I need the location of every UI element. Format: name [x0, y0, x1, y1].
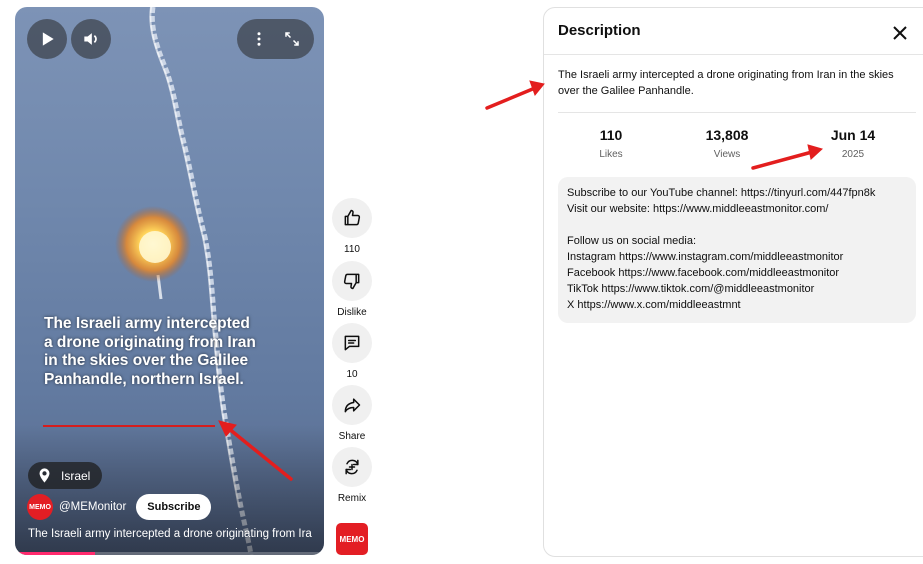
date-value: Jun 14 — [830, 127, 876, 143]
like-action: 110 — [332, 198, 372, 255]
remix-action: Remix — [332, 447, 372, 504]
channel-row: MEMO @MEMonitor Subscribe — [27, 494, 212, 520]
likes-value: 110 — [599, 127, 623, 143]
video-caption[interactable]: The Israeli army intercepted a drone ori… — [28, 528, 312, 540]
like-count: 110 — [344, 244, 360, 255]
follow-heading: Follow us on social media: — [567, 235, 697, 247]
location-pin-icon — [39, 468, 50, 483]
youtube-link-line[interactable]: Subscribe to our YouTube channel: https:… — [567, 185, 907, 201]
location-chip[interactable]: Israel — [28, 462, 103, 489]
views-label: Views — [713, 149, 741, 160]
like-button[interactable] — [332, 198, 372, 238]
dislike-action: Dislike — [332, 261, 372, 318]
facebook-link-line[interactable]: Facebook https://www.facebook.com/middle… — [567, 265, 907, 281]
fullscreen-icon — [285, 32, 299, 46]
thumbs-up-icon — [344, 209, 361, 226]
tiktok-link-line[interactable]: TikTok https://www.tiktok.com/@middleeas… — [567, 281, 907, 297]
volume-icon — [84, 33, 97, 45]
annotation-arrow-description — [485, 86, 537, 110]
fullscreen-button[interactable] — [277, 24, 307, 54]
year-label: 2025 — [841, 149, 865, 160]
video-progress-bar[interactable] — [15, 552, 324, 555]
subscribe-button[interactable]: Subscribe — [136, 494, 212, 520]
progress-fill — [15, 552, 96, 555]
video-overlay-text: The Israeli army intercepted a drone ori… — [44, 315, 256, 388]
panel-title: Description — [558, 22, 641, 39]
comments-action: 10 — [332, 323, 372, 380]
close-icon — [893, 26, 907, 40]
shorts-page: The Israeli army intercepted a drone ori… — [0, 0, 923, 564]
thumbs-down-icon — [343, 273, 360, 290]
channel-handle[interactable]: @MEMonitor — [59, 501, 126, 513]
channel-avatar[interactable]: MEMO — [27, 494, 53, 520]
share-action: Share — [332, 385, 372, 442]
description-text: The Israeli army intercepted a drone ori… — [558, 69, 894, 97]
close-button[interactable] — [888, 21, 912, 45]
stat-likes: 110 Likes — [566, 127, 656, 160]
links-box: Subscribe to our YouTube channel: https:… — [558, 177, 916, 323]
video-player[interactable]: The Israeli army intercepted a drone ori… — [15, 7, 324, 555]
views-value: 13,808 — [705, 127, 749, 143]
share-icon — [344, 398, 361, 413]
share-button[interactable] — [332, 385, 372, 425]
video-controls-pill — [237, 19, 314, 59]
play-icon — [42, 32, 54, 46]
play-button[interactable] — [27, 19, 67, 59]
instagram-link-line[interactable]: Instagram https://www.instagram.com/midd… — [567, 249, 907, 265]
overlay-underline — [43, 425, 215, 427]
share-label: Share — [338, 431, 366, 442]
more-vert-icon — [257, 32, 261, 46]
remix-button[interactable] — [332, 447, 372, 487]
location-label: Israel — [61, 468, 91, 483]
stat-date: Jun 14 2025 — [808, 127, 898, 160]
remix-label: Remix — [337, 493, 367, 504]
annotation-arrowhead-description — [529, 80, 545, 97]
comments-button[interactable] — [332, 323, 372, 363]
comment-count: 10 — [346, 369, 358, 380]
remix-icon — [345, 459, 359, 475]
dislike-button[interactable] — [332, 261, 372, 301]
likes-label: Likes — [599, 149, 623, 160]
volume-button[interactable] — [71, 19, 111, 59]
header-divider — [544, 54, 923, 55]
x-link-line[interactable]: X https://www.x.com/middleeastmnt — [567, 297, 907, 313]
comment-icon — [344, 335, 360, 351]
stats-divider — [558, 112, 916, 113]
stat-views: 13,808 Views — [682, 127, 772, 160]
website-link-line[interactable]: Visit our website: https://www.middleeas… — [567, 201, 907, 217]
description-panel: Description The Israeli army intercepted… — [543, 7, 923, 557]
dislike-label: Dislike — [337, 307, 367, 318]
more-options-button[interactable] — [244, 24, 274, 54]
channel-logo-thumbnail[interactable]: MEMO — [336, 523, 368, 555]
